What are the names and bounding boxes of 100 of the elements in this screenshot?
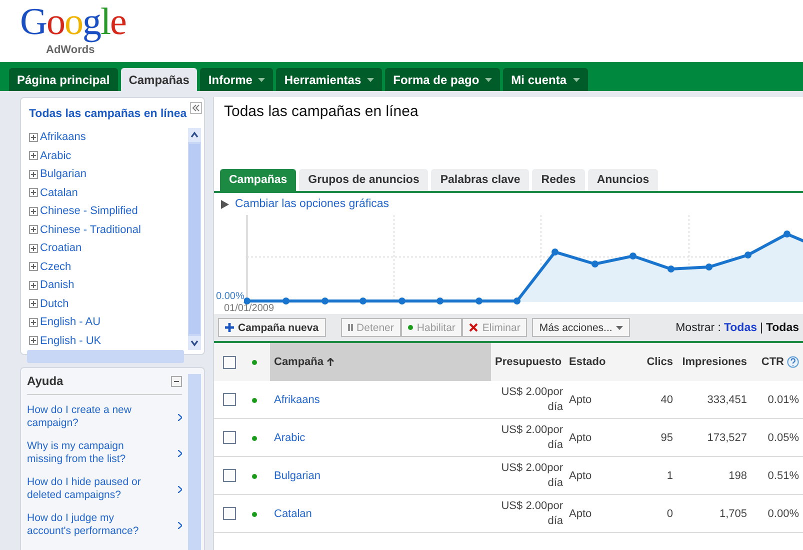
column-header[interactable]: Estado <box>565 343 637 381</box>
plus-box-icon[interactable] <box>29 299 38 308</box>
plus-box-icon[interactable] <box>29 244 38 253</box>
view-tab[interactable]: Campañas <box>220 169 296 191</box>
row-checkbox[interactable] <box>223 431 236 444</box>
separator-text: | <box>760 322 763 334</box>
table-cell-text: US$ 2.00por día <box>500 422 563 452</box>
nav-tab[interactable]: Mi cuenta <box>503 68 588 91</box>
data-point <box>398 298 406 304</box>
more-actions-dropdown[interactable]: Más acciones... <box>532 318 630 337</box>
filter-link[interactable]: Todas <box>766 322 799 334</box>
plus-box-icon[interactable] <box>29 132 38 142</box>
help-icon[interactable] <box>787 356 799 368</box>
campaign-tree-item[interactable]: Dutch <box>29 294 188 313</box>
x-axis-label: 01/01/2009 <box>224 304 274 314</box>
column-header[interactable]: Clics <box>637 343 677 381</box>
table-cell: Apto <box>569 432 592 444</box>
nav-tab[interactable]: Página principal <box>9 68 118 91</box>
view-tab[interactable]: Anuncios <box>588 169 658 191</box>
plus-box-icon[interactable] <box>29 225 38 234</box>
campaign-link[interactable]: Afrikaans <box>274 394 320 406</box>
campaign-tree-item[interactable]: English - AU <box>29 313 188 332</box>
horizontal-scrollbar[interactable] <box>27 350 184 363</box>
campaign-tree-item[interactable]: Czech <box>29 258 188 276</box>
sort-up-icon <box>326 358 334 366</box>
plus-box-icon[interactable] <box>29 336 38 346</box>
view-tab[interactable]: Grupos de anuncios <box>299 169 428 191</box>
vertical-scrollbar[interactable] <box>188 374 201 550</box>
nav-tab[interactable]: Forma de pago <box>385 68 500 91</box>
plus-box-icon[interactable] <box>29 151 38 160</box>
filter-link[interactable]: Todas <box>724 322 757 334</box>
data-point <box>514 298 520 304</box>
column-header[interactable]: Impresiones <box>677 343 751 381</box>
campaign-link[interactable]: Arabic <box>274 432 306 444</box>
y-axis-label: 0.00% <box>216 291 244 302</box>
collapse-icon[interactable] <box>190 102 202 114</box>
table-cell: 0.00% <box>768 508 799 520</box>
help-link[interactable]: How do I judge my account's performance? <box>27 512 152 538</box>
data-point <box>552 248 558 256</box>
row-checkbox[interactable] <box>223 469 236 482</box>
chart-options-link[interactable]: Cambiar las opciones gráficas <box>235 198 390 210</box>
caret-icon <box>485 78 492 82</box>
expand-triangle-icon[interactable] <box>221 200 229 208</box>
row-checkbox[interactable] <box>223 393 236 406</box>
plus-box-icon[interactable] <box>29 280 38 290</box>
plus-icon <box>225 323 234 332</box>
scroll-down-icon[interactable] <box>188 336 201 350</box>
help-link[interactable]: How do I create a new campaign? <box>27 404 152 430</box>
vertical-scrollbar[interactable] <box>188 128 201 350</box>
pause-icon <box>348 324 353 331</box>
chevron-right-icon[interactable] <box>178 522 182 528</box>
column-header[interactable]: Campaña <box>270 343 491 381</box>
chevron-right-icon[interactable] <box>178 486 182 492</box>
table-cell-text: US$ 2.00por día <box>500 498 563 528</box>
table-cell: 198 <box>728 470 747 482</box>
campaign-tree-item[interactable]: Croatian <box>29 239 188 258</box>
page-title: Todas las campañas en línea <box>224 103 420 122</box>
nav-tab[interactable]: Herramientas <box>276 68 382 91</box>
select-all-checkbox[interactable] <box>223 356 236 368</box>
campaign-tree-item[interactable]: Afrikaans <box>29 128 188 146</box>
status-dot-icon <box>252 512 257 516</box>
view-tab[interactable]: Palabras clave <box>431 169 530 191</box>
scroll-up-icon[interactable] <box>188 128 201 142</box>
campaign-tree-item[interactable]: Chinese - Simplified <box>29 202 188 220</box>
minimize-icon[interactable] <box>171 376 182 386</box>
help-title: Ayuda <box>27 374 64 388</box>
view-tab[interactable]: Redes <box>532 169 585 191</box>
data-point <box>706 264 712 270</box>
all-campaigns-link[interactable]: Todas las campañas en línea <box>29 108 204 120</box>
nav-tab[interactable]: Campañas <box>120 68 198 91</box>
data-point <box>630 252 636 260</box>
new-campaign-button[interactable]: Campaña nueva <box>218 318 326 337</box>
help-link[interactable]: Why is my campaign missing from the list? <box>27 440 152 466</box>
status-dot-icon <box>252 474 257 478</box>
help-link[interactable]: How do I hide paused or deleted campaigns? <box>27 476 152 502</box>
data-point <box>244 298 250 304</box>
plus-box-icon[interactable] <box>29 318 38 327</box>
campaign-tree-item[interactable]: Catalan <box>29 184 188 202</box>
plus-box-icon[interactable] <box>29 170 38 179</box>
plus-box-icon[interactable] <box>29 262 38 272</box>
campaign-tree-item[interactable]: Arabic <box>29 146 188 165</box>
campaign-tree-item[interactable]: Danish <box>29 276 188 294</box>
row-checkbox[interactable] <box>223 507 236 520</box>
status-dot-icon <box>252 360 257 365</box>
campaign-link[interactable]: Catalan <box>274 508 312 520</box>
plus-box-icon[interactable] <box>29 206 38 216</box>
plus-box-icon[interactable] <box>29 188 38 198</box>
data-point <box>322 298 328 304</box>
chevron-right-icon[interactable] <box>178 414 182 420</box>
nav-tab[interactable]: Informe <box>200 68 274 91</box>
data-point <box>476 298 482 304</box>
column-header[interactable]: CTR <box>751 343 803 381</box>
column-header[interactable]: Presupuesto <box>491 343 565 381</box>
campaign-tree-item[interactable]: English - UK <box>29 332 188 350</box>
chevron-right-icon[interactable] <box>178 450 182 456</box>
campaign-tree-item[interactable]: Chinese - Traditional <box>29 220 188 239</box>
campaign-link[interactable]: Bulgarian <box>274 470 320 482</box>
campaign-tree-item[interactable]: Bulgarian <box>29 165 188 184</box>
table-cell-text: US$ 2.00por día <box>500 384 563 414</box>
caret-icon <box>572 78 580 82</box>
